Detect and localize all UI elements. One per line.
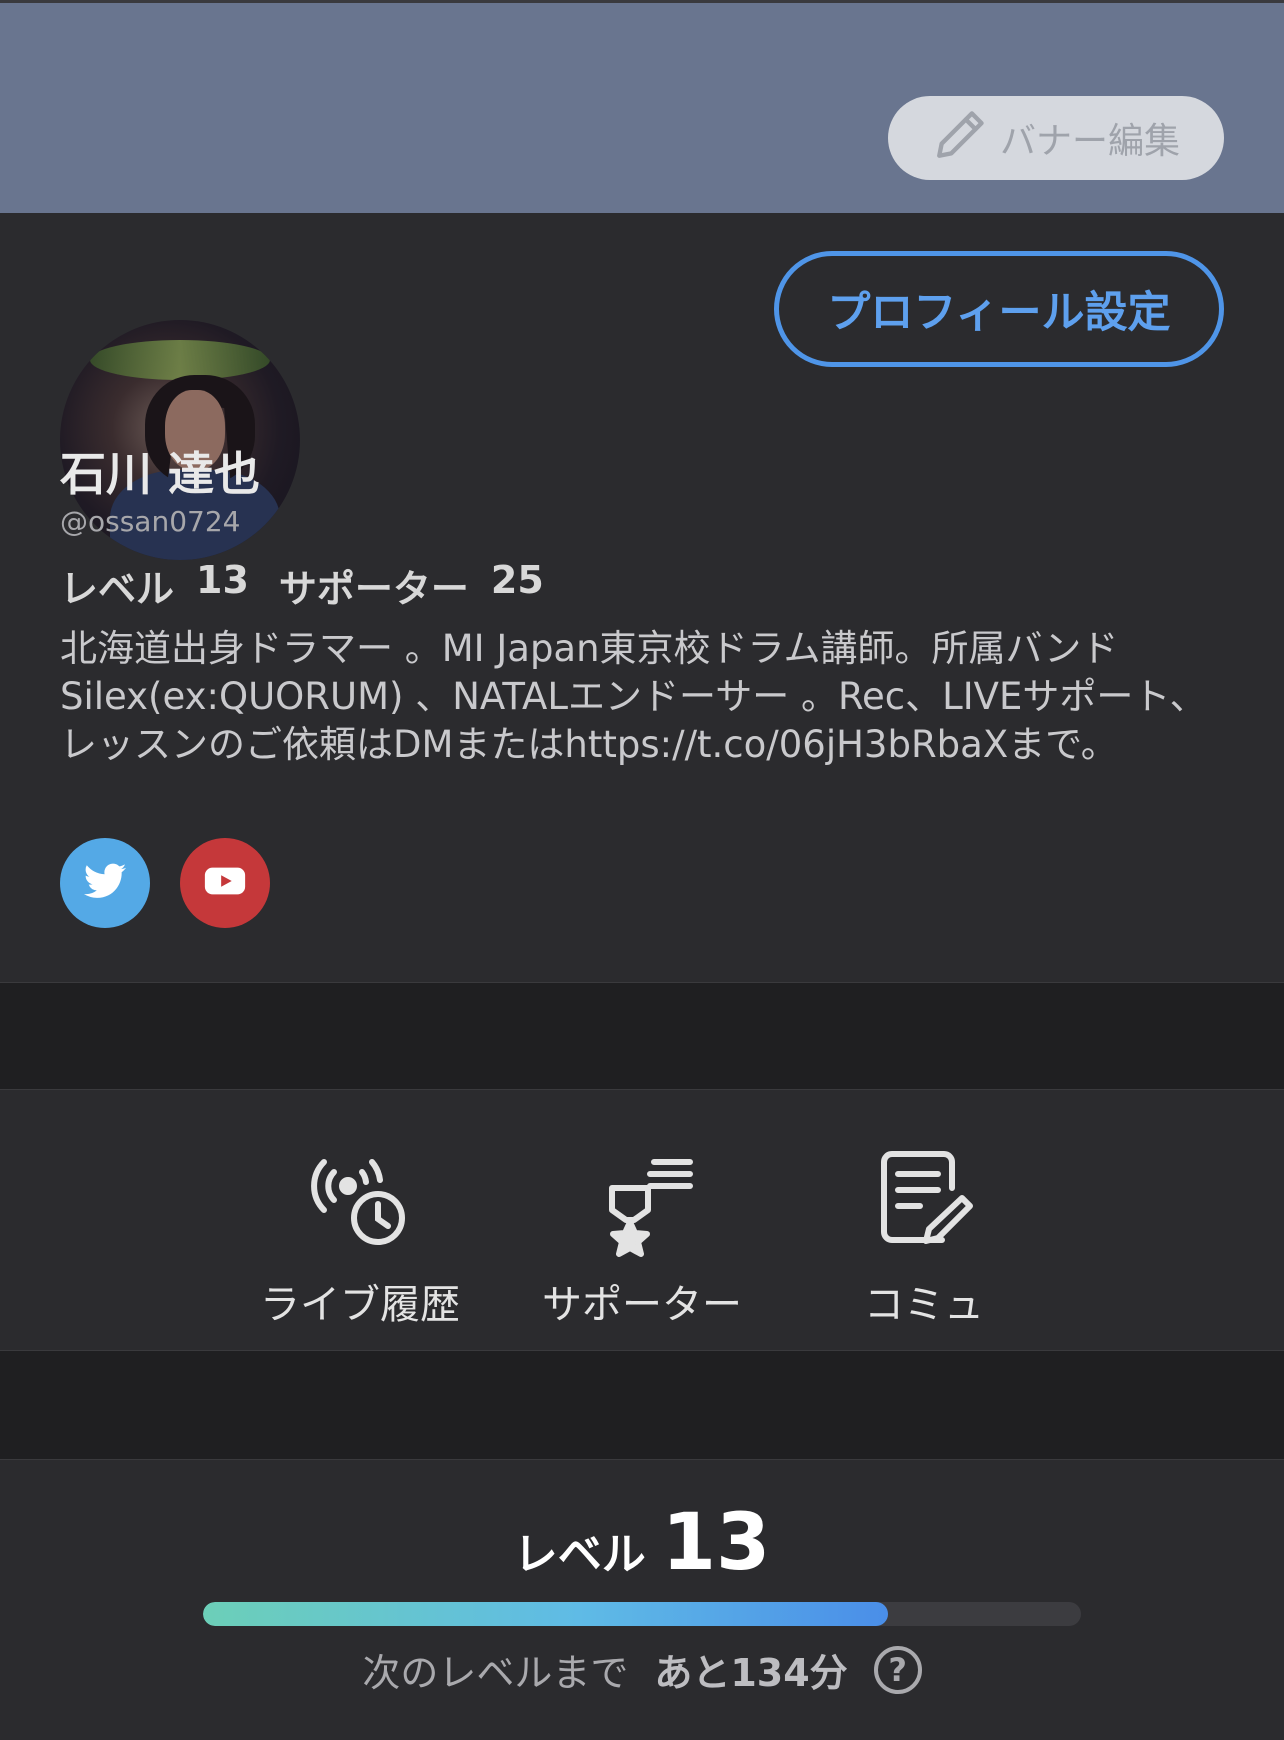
menu-community[interactable]: コミュ xyxy=(804,1140,1044,1330)
user-name: 石川 達也 xyxy=(60,447,261,501)
menu-community-label: コミュ xyxy=(864,1282,984,1328)
profile-settings-label: プロフィール設定 xyxy=(827,288,1171,338)
profile-card: プロフィール設定 石川 達也 @ossan0724 レベル 13 サポーター 2… xyxy=(0,213,1284,983)
user-bio: 北海道出身ドラマー 。MI Japan東京校ドラム講師。所属バンドSilex(e… xyxy=(60,627,1207,766)
twitter-link[interactable] xyxy=(60,838,150,928)
level-progress-bar xyxy=(203,1602,1081,1626)
level-progress-fill xyxy=(203,1602,888,1626)
next-level-label: 次のレベルまで xyxy=(362,1651,629,1695)
menu-live-history-label: ライブ履歴 xyxy=(260,1282,460,1328)
user-handle: @ossan0724 xyxy=(60,505,241,538)
level-value: 13 xyxy=(196,558,249,602)
live-history-icon xyxy=(300,1140,420,1264)
supporter-icon xyxy=(582,1140,702,1264)
level-heading-value: 13 xyxy=(661,1498,771,1588)
menu-supporter[interactable]: サポーター xyxy=(522,1140,762,1330)
pencil-icon xyxy=(932,105,990,172)
banner-edit-button[interactable]: バナー編集 xyxy=(888,96,1224,180)
level-progress-section: レベル 13 次のレベルまで あと134分 ? xyxy=(0,1460,1284,1740)
level-label: レベル xyxy=(60,567,175,611)
help-icon[interactable]: ? xyxy=(873,1645,922,1694)
community-icon xyxy=(864,1140,984,1264)
supporter-label: サポーター xyxy=(278,567,469,611)
level-heading-label: レベル xyxy=(513,1529,646,1580)
menu-live-history[interactable]: ライブ履歴 xyxy=(240,1140,480,1330)
section-separator xyxy=(0,1350,1284,1460)
profile-settings-button[interactable]: プロフィール設定 xyxy=(774,251,1224,367)
next-level-remaining: あと134分 xyxy=(654,1651,848,1695)
youtube-icon xyxy=(202,858,248,908)
profile-banner: バナー編集 xyxy=(0,3,1284,213)
twitter-icon xyxy=(82,858,128,908)
menu-supporter-label: サポーター xyxy=(542,1282,742,1328)
supporter-value: 25 xyxy=(490,558,544,602)
banner-edit-label: バナー編集 xyxy=(999,121,1180,162)
section-separator xyxy=(0,982,1284,1090)
youtube-link[interactable] xyxy=(180,838,270,928)
next-level-info: 次のレベルまで あと134分 ? xyxy=(0,1642,1284,1697)
level-heading: レベル 13 xyxy=(0,1498,1284,1588)
profile-menu: ライブ履歴 サポーター コミュ xyxy=(0,1090,1284,1350)
user-stats: レベル 13 サポーター 25 xyxy=(60,558,552,613)
